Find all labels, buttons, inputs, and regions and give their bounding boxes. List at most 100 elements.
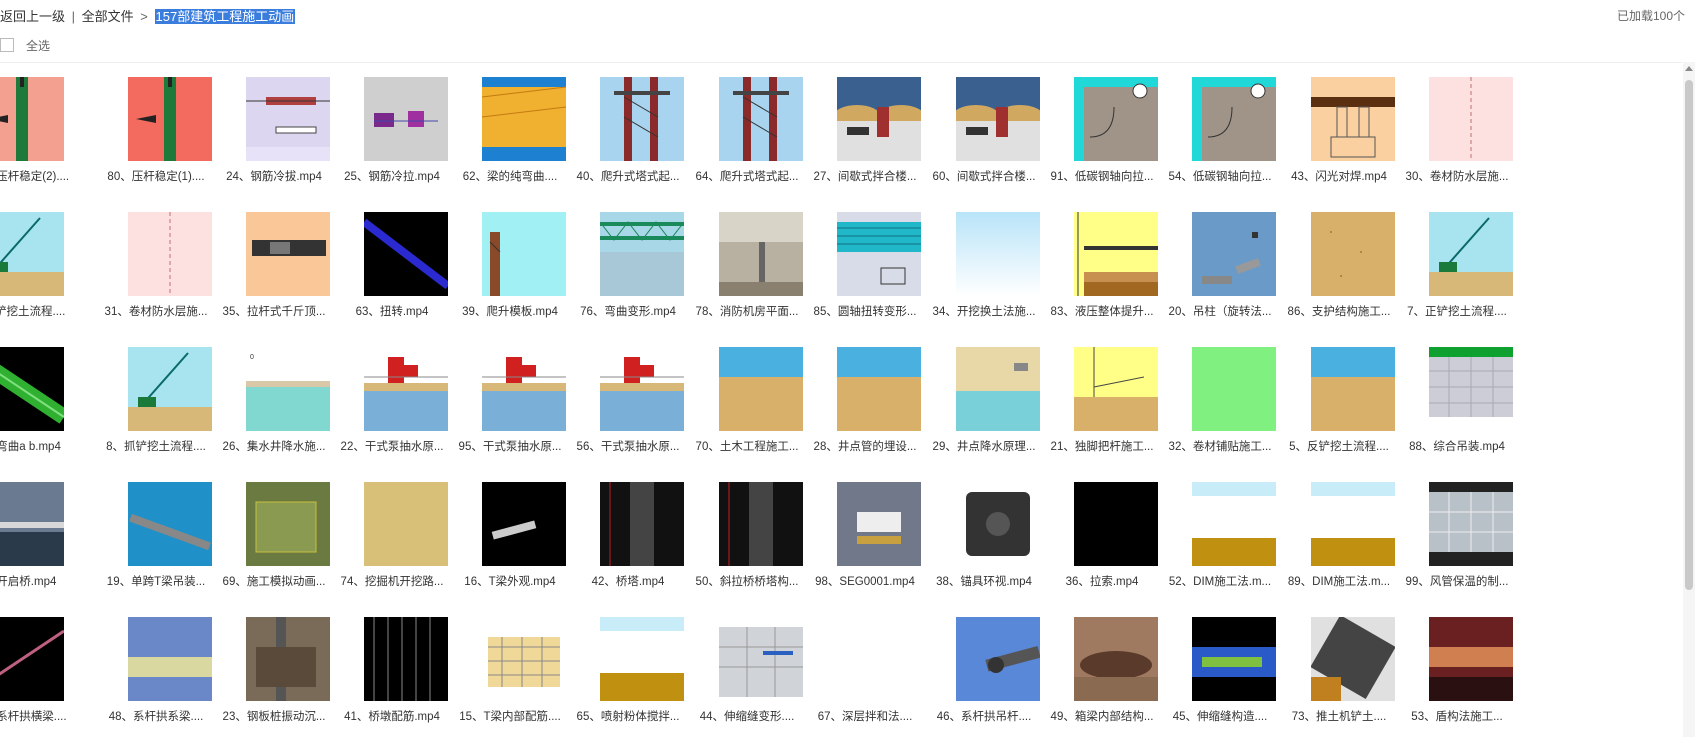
video-thumbnail[interactable] <box>1192 347 1276 431</box>
file-tile[interactable]: 、拉铲挖土流程.... <box>0 212 100 334</box>
file-name[interactable]: 89、DIM施工法.m... <box>1275 573 1403 589</box>
file-name[interactable]: 29、井点降水原理... <box>920 438 1048 454</box>
video-thumbnail[interactable] <box>1429 212 1513 296</box>
file-tile[interactable]: 80、压杆稳定(1).... <box>92 77 220 199</box>
file-tile[interactable]: 99、风管保温的制... <box>1393 482 1521 604</box>
scrollbar-thumb[interactable] <box>1685 80 1693 590</box>
file-tile[interactable]: 15、T梁内部配筋.... <box>446 617 574 737</box>
file-tile[interactable]: 70、土木工程施工... <box>683 347 811 469</box>
video-thumbnail[interactable] <box>1311 617 1395 701</box>
file-tile[interactable]: 36、拉索.mp4 <box>1038 482 1166 604</box>
video-thumbnail[interactable] <box>600 617 684 701</box>
video-thumbnail[interactable] <box>837 347 921 431</box>
file-name[interactable]: 49、箱梁内部结构... <box>1038 708 1166 724</box>
video-thumbnail[interactable] <box>0 482 64 566</box>
video-thumbnail[interactable] <box>128 617 212 701</box>
file-name[interactable]: 74、挖掘机开挖路... <box>328 573 456 589</box>
file-tile[interactable]: 41、桥墩配筋.mp4 <box>328 617 456 737</box>
file-tile[interactable]: 40、爬升式塔式起... <box>564 77 692 199</box>
file-tile[interactable]: 28、井点管的埋设... <box>801 347 929 469</box>
video-thumbnail[interactable] <box>956 617 1040 701</box>
video-thumbnail[interactable] <box>600 212 684 296</box>
video-thumbnail[interactable] <box>600 347 684 431</box>
file-tile[interactable]: 82、弯曲a b.mp4 <box>0 347 100 469</box>
file-name[interactable]: 63、扭转.mp4 <box>328 303 456 319</box>
video-thumbnail[interactable] <box>364 77 448 161</box>
file-tile[interactable]: 45、伸缩缝构造.... <box>1156 617 1284 737</box>
file-tile[interactable]: 31、压杆稳定(2).... <box>0 77 100 199</box>
video-thumbnail[interactable] <box>1074 617 1158 701</box>
scroll-up-arrow-icon[interactable] <box>1685 66 1693 71</box>
file-name[interactable]: 99、风管保温的制... <box>1393 573 1521 589</box>
file-tile[interactable]: 56、干式泵抽水原... <box>564 347 692 469</box>
video-thumbnail[interactable] <box>1074 212 1158 296</box>
file-tile[interactable]: 20、吊柱（旋转法... <box>1156 212 1284 334</box>
file-name[interactable]: 20、吊柱（旋转法... <box>1156 303 1284 319</box>
file-name[interactable]: 37、系杆拱横梁.... <box>0 708 100 724</box>
file-tile[interactable]: 64、爬升式塔式起... <box>683 77 811 199</box>
video-thumbnail[interactable] <box>837 212 921 296</box>
video-thumbnail[interactable] <box>0 617 64 701</box>
file-tile[interactable]: 74、挖掘机开挖路... <box>328 482 456 604</box>
video-thumbnail[interactable] <box>1311 212 1395 296</box>
file-name[interactable]: 82、弯曲a b.mp4 <box>0 438 100 454</box>
file-tile[interactable]: 50、斜拉桥桥塔构... <box>683 482 811 604</box>
video-thumbnail[interactable] <box>128 482 212 566</box>
video-thumbnail[interactable] <box>600 77 684 161</box>
video-thumbnail[interactable] <box>600 482 684 566</box>
file-name[interactable]: 26、集水井降水施... <box>210 438 338 454</box>
video-thumbnail[interactable] <box>1429 617 1513 701</box>
file-name[interactable]: 64、爬升式塔式起... <box>683 168 811 184</box>
video-thumbnail[interactable] <box>364 347 448 431</box>
file-tile[interactable]: 98、SEG0001.mp4 <box>801 482 929 604</box>
video-thumbnail[interactable] <box>1074 347 1158 431</box>
video-thumbnail[interactable] <box>246 482 330 566</box>
file-tile[interactable]: 30、卷材防水层施... <box>1393 77 1521 199</box>
file-name[interactable]: 38、锚具环视.mp4 <box>920 573 1048 589</box>
video-thumbnail[interactable] <box>0 77 64 161</box>
file-name[interactable]: 70、土木工程施工... <box>683 438 811 454</box>
file-name[interactable]: 22、干式泵抽水原... <box>328 438 456 454</box>
file-name[interactable]: 7、正铲挖土流程.... <box>1393 303 1521 319</box>
file-name[interactable]: 35、拉杆式千斤顶... <box>210 303 338 319</box>
file-name[interactable]: 43、闪光对焊.mp4 <box>1275 168 1403 184</box>
file-name[interactable]: 48、系杆拱系梁.... <box>92 708 220 724</box>
video-thumbnail[interactable] <box>364 617 448 701</box>
file-name[interactable]: 41、桥墩配筋.mp4 <box>328 708 456 724</box>
file-tile[interactable]: 91、低碳钢轴向拉... <box>1038 77 1166 199</box>
video-thumbnail[interactable] <box>246 77 330 161</box>
video-thumbnail[interactable] <box>482 77 566 161</box>
file-tile[interactable]: 19、单跨T梁吊装... <box>92 482 220 604</box>
file-name[interactable]: 34、开挖换土法施... <box>920 303 1048 319</box>
file-name[interactable]: 27、间歇式拌合楼... <box>801 168 929 184</box>
file-tile[interactable]: 34、开挖换土法施... <box>920 212 1048 334</box>
file-name[interactable]: 76、弯曲变形.mp4 <box>564 303 692 319</box>
video-thumbnail[interactable] <box>1311 77 1395 161</box>
file-tile[interactable]: 48、系杆拱系梁.... <box>92 617 220 737</box>
video-thumbnail[interactable] <box>128 347 212 431</box>
video-thumbnail[interactable] <box>719 347 803 431</box>
file-name[interactable]: 98、SEG0001.mp4 <box>801 573 929 589</box>
file-tile[interactable]: 73、推土机铲土.... <box>1275 617 1403 737</box>
file-name[interactable]: 80、压杆稳定(1).... <box>92 168 220 184</box>
file-name[interactable]: 91、低碳钢轴向拉... <box>1038 168 1166 184</box>
file-tile[interactable]: 23、钢板桩振动沉... <box>210 617 338 737</box>
file-tile[interactable]: 43、闪光对焊.mp4 <box>1275 77 1403 199</box>
file-name[interactable]: 60、间歇式拌合楼... <box>920 168 1048 184</box>
video-thumbnail[interactable] <box>956 77 1040 161</box>
file-tile[interactable]: 62、梁的纯弯曲.... <box>446 77 574 199</box>
file-name[interactable]: 15、T梁内部配筋.... <box>446 708 574 724</box>
file-name[interactable]: 42、桥塔.mp4 <box>564 573 692 589</box>
file-name[interactable]: 56、干式泵抽水原... <box>564 438 692 454</box>
file-tile[interactable]: 24、钢筋冷拔.mp4 <box>210 77 338 199</box>
file-name[interactable]: 73、推土机铲土.... <box>1275 708 1403 724</box>
file-tile[interactable]: 21、独脚把杆施工... <box>1038 347 1166 469</box>
file-name[interactable]: 86、支护结构施工... <box>1275 303 1403 319</box>
file-tile[interactable]: 31、卷材防水层施... <box>92 212 220 334</box>
file-name[interactable]: 50、斜拉桥桥塔构... <box>683 573 811 589</box>
file-name[interactable]: 36、拉索.mp4 <box>1038 573 1166 589</box>
file-tile[interactable]: 0 26、集水井降水施... <box>210 347 338 469</box>
video-thumbnail[interactable] <box>482 212 566 296</box>
file-tile[interactable]: 52、DIM施工法.m... <box>1156 482 1284 604</box>
file-name[interactable]: 45、伸缩缝构造.... <box>1156 708 1284 724</box>
